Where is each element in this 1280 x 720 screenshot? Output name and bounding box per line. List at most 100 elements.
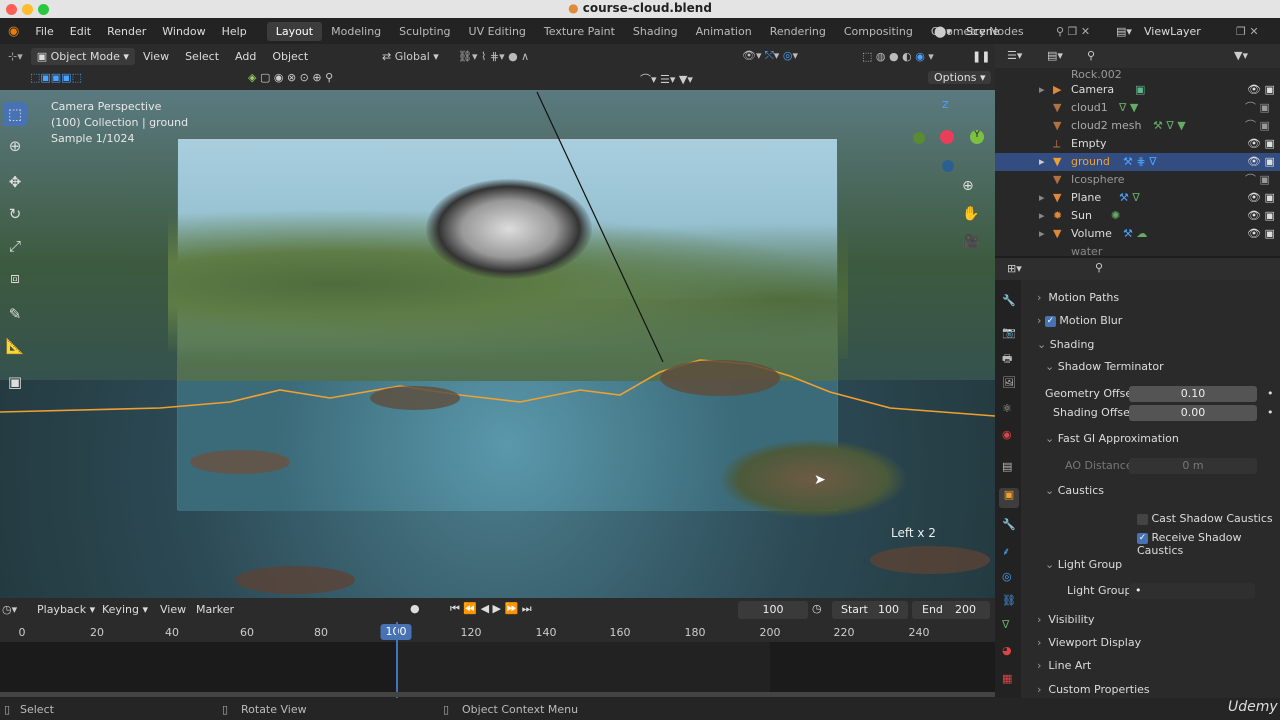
marker-menu[interactable]: Marker (196, 603, 234, 616)
visibility-gizmo-icons[interactable]: 👁▾ ⤲▾ ◎▾ (742, 49, 798, 63)
outliner-filter-icon[interactable]: ▼▾ (1234, 49, 1248, 62)
visibility-eye-icon[interactable]: 👁 ▣ (1247, 207, 1275, 225)
subpanel-shadow-terminator[interactable]: ⌄ Shadow Terminator (1045, 360, 1164, 373)
physics-tab-icon[interactable]: ◎ (1002, 570, 1012, 583)
timeline-view-menu[interactable]: View (160, 603, 186, 616)
cursor-tool-icon[interactable]: ⊕ (3, 134, 27, 158)
panel-visibility[interactable]: › Visibility (1037, 613, 1095, 626)
current-frame-field[interactable]: 100 (738, 601, 808, 619)
viewport-split-icon[interactable]: ❚❚ (972, 50, 990, 63)
timeline-scrollbar[interactable] (0, 692, 995, 697)
tab-modeling[interactable]: Modeling (322, 22, 390, 41)
view-layer-icon[interactable]: ▤▾ (1116, 25, 1132, 38)
view-layer-buttons[interactable]: ❐ ✕ (1236, 25, 1259, 38)
material-tab-icon[interactable]: ◕ (1002, 644, 1012, 657)
keyframe-dot-icon[interactable]: • (1267, 384, 1274, 404)
particles-tab-icon[interactable]: ⸙ (1002, 544, 1010, 559)
viewport-menu-select[interactable]: Select (177, 50, 227, 63)
zoom-icon[interactable]: ⊕ (962, 178, 974, 194)
menu-render[interactable]: Render (99, 25, 154, 38)
visibility-eye-icon[interactable]: 👁 ▣ (1247, 81, 1275, 99)
add-cube-tool-icon[interactable]: ▣ (3, 370, 27, 394)
properties-search-icon[interactable]: ⚲ (1095, 261, 1103, 274)
viewport-menu-view[interactable]: View (135, 50, 177, 63)
pan-hand-icon[interactable]: ✋ (962, 206, 979, 222)
tab-compositing[interactable]: Compositing (835, 22, 922, 41)
outliner-item-plane[interactable]: ▸ ▼ Plane ⚒ ∇ 👁 ▣ (995, 189, 1280, 207)
world-tab-icon[interactable]: ◉ (1002, 428, 1012, 441)
playback-menu[interactable]: Playback ▾ (37, 603, 95, 616)
start-frame-field[interactable]: Start 100 (832, 601, 908, 619)
outliner-item-cloud2-mesh[interactable]: ▼ cloud2 mesh ⚒ ∇ ▼ ⌒ ▣ (995, 117, 1280, 135)
subpanel-light-group[interactable]: ⌄ Light Group (1045, 558, 1122, 571)
shading-offset-field[interactable]: 0.00 (1129, 405, 1257, 421)
snapping-icons[interactable]: ◈ ▢ ◉ ⊗ ⊙ ⊕ ⚲ (248, 71, 333, 84)
tab-shading[interactable]: Shading (624, 22, 687, 41)
visibility-eye-icon[interactable]: 👁 ▣ (1247, 153, 1275, 171)
panel-motion-blur[interactable]: › ✓ Motion Blur (1037, 314, 1122, 327)
outliner-item-camera[interactable]: ▸ ▶ Camera ▣ 👁 ▣ (995, 81, 1280, 99)
timeline-body[interactable] (0, 622, 995, 698)
ao-distance-field[interactable]: 0 m (1129, 458, 1257, 474)
subpanel-caustics[interactable]: ⌄ Caustics (1045, 484, 1104, 497)
cast-shadow-caustics-checkbox[interactable] (1137, 513, 1148, 525)
scene-name[interactable]: Scene (966, 25, 1000, 38)
menu-file[interactable]: File (27, 25, 61, 38)
outliner-item-ground[interactable]: ▸ ▼ ground ⚒ ⋕ ∇ 👁 ▣ (995, 153, 1280, 171)
keyframe-dot-icon[interactable]: • (1267, 403, 1274, 423)
minimize-window-icon[interactable] (22, 4, 33, 15)
shading-mode-icons[interactable]: ⬚ ◍ ● ◐ ◉ ▾ (862, 50, 934, 63)
collection-tab-icon[interactable]: ▤ (1002, 460, 1012, 473)
viewport-menu-add[interactable]: Add (227, 50, 264, 63)
keying-menu[interactable]: Keying ▾ (102, 603, 148, 616)
editor-type-icon[interactable]: ⊹▾ (0, 50, 31, 63)
menu-help[interactable]: Help (214, 25, 255, 38)
mode-select[interactable]: ▣ Object Mode ▾ (30, 47, 135, 65)
hidden-eye-icon[interactable]: ⌒ ▣ (1245, 171, 1270, 189)
outliner-item-sun[interactable]: ▸ ✹ Sun ✺ 👁 ▣ (995, 207, 1280, 225)
hidden-eye-icon[interactable]: ⌒ ▣ (1245, 117, 1270, 135)
measure-tool-icon[interactable]: 📐 (3, 334, 27, 358)
outliner-search-icon[interactable]: ⚲ (1087, 49, 1095, 62)
tab-animation[interactable]: Animation (687, 22, 761, 41)
tab-texture-paint[interactable]: Texture Paint (535, 22, 624, 41)
panel-line-art[interactable]: › Line Art (1037, 659, 1091, 672)
playback-controls-icons[interactable]: ⏮ ⏪ ◀ ▶ ⏩ ⏭ (450, 602, 532, 616)
tab-sculpting[interactable]: Sculpting (390, 22, 459, 41)
tab-uv-editing[interactable]: UV Editing (460, 22, 535, 41)
gizmo-neg-y-icon[interactable] (913, 132, 925, 144)
outliner-item-icosphere[interactable]: ▼ Icosphere ⌒ ▣ (995, 171, 1280, 189)
visibility-eye-icon[interactable]: 👁 ▣ (1247, 225, 1275, 243)
view-layer-name[interactable]: ViewLayer (1144, 25, 1201, 38)
light-group-field[interactable]: • (1129, 583, 1255, 599)
outliner-item-volume[interactable]: ▸ ▼ Volume ⚒ ☁ 👁 ▣ (995, 225, 1280, 243)
orientation-select[interactable]: ⇄ Global ▾ (382, 50, 439, 63)
gizmo-z-axis-icon[interactable]: Z (942, 100, 949, 111)
outliner-item-cloud1[interactable]: ▼ cloud1 ∇ ▼ ⌒ ▣ (995, 99, 1280, 117)
close-window-icon[interactable] (6, 4, 17, 15)
timeline-ruler[interactable]: 0 20 40 60 80 100 120 140 160 180 200 22… (0, 622, 995, 642)
tab-layout[interactable]: Layout (266, 21, 323, 41)
filter-icons[interactable]: ⌒▾ ☰▾ ▼▾ (640, 71, 693, 87)
geometry-offset-field[interactable]: 0.10 (1129, 386, 1257, 402)
render-tab-icon[interactable]: 📷 (1002, 326, 1016, 339)
motion-blur-checkbox[interactable]: ✓ (1044, 315, 1056, 327)
options-dropdown[interactable]: Options ▾ (928, 71, 992, 84)
record-icon[interactable]: ● (410, 602, 420, 615)
view-layer-tab-icon[interactable]: 🖼 (1002, 376, 1016, 389)
camera-view-icon[interactable]: 🎥 (962, 234, 979, 250)
visibility-eye-icon[interactable]: 👁 ▣ (1247, 135, 1275, 153)
tool-tab-icon[interactable]: 🔧 (1002, 294, 1016, 307)
rotate-tool-icon[interactable]: ↻ (3, 202, 27, 226)
panel-custom-properties[interactable]: › Custom Properties (1037, 683, 1150, 696)
row-receive-shadow-caustics[interactable]: ✓ Receive Shadow Caustics (1137, 531, 1280, 557)
transform-tool-icon[interactable]: ⧈ (3, 266, 27, 290)
select-mode-icons[interactable]: ⬚▣▣▣⬚ (30, 71, 82, 84)
row-cast-shadow-caustics[interactable]: Cast Shadow Caustics (1137, 512, 1273, 525)
end-frame-field[interactable]: End 200 (912, 601, 990, 619)
gizmo-y-axis-icon[interactable]: Y (970, 130, 984, 144)
object-tab-icon[interactable]: ▣ (999, 488, 1019, 508)
receive-shadow-caustics-checkbox[interactable]: ✓ (1137, 532, 1148, 544)
scene-tab-icon[interactable]: ⚛ (1002, 402, 1012, 415)
outliner-item-water[interactable]: water (995, 243, 1280, 255)
